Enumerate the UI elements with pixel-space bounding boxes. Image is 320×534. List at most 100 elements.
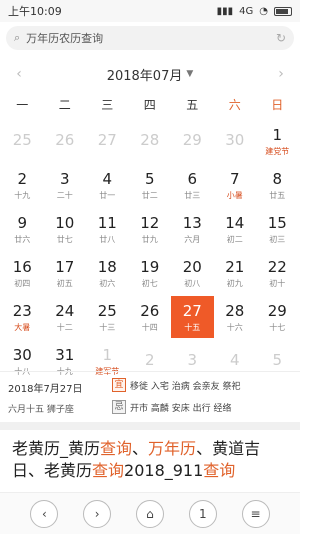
day-number: 5 bbox=[272, 351, 283, 369]
month-selector[interactable]: 2018年07月 ▼ bbox=[107, 65, 194, 84]
calendar-day[interactable]: 7 小暑 bbox=[214, 164, 257, 206]
calendar-week-row: 9 廿六 10 廿七 11 廿八 12 廿九 13 六月 14 初二 15 初三 bbox=[1, 208, 299, 252]
calendar-day[interactable]: 8 廿五 bbox=[256, 164, 299, 206]
home-button[interactable]: ⌂ bbox=[135, 499, 164, 528]
signal-icon: ▮▮▮ bbox=[216, 5, 234, 17]
calendar-day[interactable]: 14 初二 bbox=[214, 208, 257, 250]
day-lunar-label: 十七 bbox=[269, 322, 286, 332]
auspicious-text: 移徙 入宅 治病 会亲友 祭祀 bbox=[130, 381, 241, 392]
calendar-day[interactable]: 26 bbox=[44, 120, 87, 162]
weekday-label: 三 bbox=[101, 98, 114, 112]
calendar-week-row: 16 初四 17 初五 18 初六 19 初七 20 初八 21 初九 22 初十 bbox=[1, 252, 299, 296]
search-query[interactable]: 万年历农历查询 bbox=[26, 30, 276, 46]
calendar-day[interactable]: 25 bbox=[1, 120, 44, 162]
calendar-week-row: 25 26 27 28 29 30 1 建党节 bbox=[1, 120, 299, 164]
result-title-text: 2018_911 bbox=[124, 461, 204, 480]
day-number: 30 bbox=[225, 131, 245, 149]
calendar-day[interactable]: 20 初八 bbox=[171, 252, 214, 294]
tabs-button[interactable]: 1 bbox=[188, 499, 217, 528]
calendar-day[interactable]: 27 bbox=[86, 120, 129, 162]
day-number: 26 bbox=[55, 131, 75, 149]
prev-month-button[interactable]: ‹ bbox=[10, 66, 28, 82]
day-number: 27 bbox=[97, 131, 117, 149]
day-number: 18 bbox=[97, 257, 117, 276]
day-lunar-label: 廿九 bbox=[141, 234, 158, 244]
day-number: 25 bbox=[97, 301, 117, 320]
day-number: 24 bbox=[55, 301, 75, 320]
calendar-day[interactable]: 19 初七 bbox=[129, 252, 172, 294]
calendar-day[interactable]: 16 初四 bbox=[1, 252, 44, 294]
status-bar: 上午10:09 ▮▮▮ 4G ◔ bbox=[0, 0, 300, 22]
result-title-text: 、 bbox=[132, 439, 149, 458]
calendar-day[interactable]: 28 十六 bbox=[214, 296, 257, 338]
next-month-button[interactable]: › bbox=[272, 66, 290, 82]
calendar-day[interactable]: 1 建党节 bbox=[256, 120, 299, 162]
day-number: 8 bbox=[272, 169, 283, 188]
search-result-title[interactable]: 老黄历_黄历查询、万年历、黄道吉日、老黄历查询2018_911查询 bbox=[12, 438, 292, 482]
calendar-day[interactable]: 15 初三 bbox=[256, 208, 299, 250]
day-number: 26 bbox=[140, 301, 160, 320]
status-icons: ▮▮▮ 4G ◔ bbox=[217, 6, 292, 17]
calendar-day[interactable]: 17 初五 bbox=[44, 252, 87, 294]
day-lunar-label: 初六 bbox=[99, 278, 116, 288]
day-number: 15 bbox=[267, 213, 287, 232]
calendar-day[interactable]: 9 廿六 bbox=[1, 208, 44, 250]
calendar-day[interactable]: 12 廿九 bbox=[129, 208, 172, 250]
calendar-day[interactable]: 6 廿三 bbox=[171, 164, 214, 206]
calendar-day[interactable]: 28 bbox=[129, 120, 172, 162]
browser-bottom-bar: ‹ › ⌂ 1 ≡ bbox=[0, 492, 300, 534]
day-lunar-label: 初七 bbox=[141, 278, 158, 288]
day-number: 28 bbox=[140, 131, 160, 149]
day-number: 12 bbox=[140, 213, 160, 232]
calendar-day[interactable]: 11 廿八 bbox=[86, 208, 129, 250]
day-number: 7 bbox=[229, 169, 240, 188]
calendar-day[interactable]: 25 十三 bbox=[86, 296, 129, 338]
day-lunar-label: 廿八 bbox=[99, 234, 116, 244]
calendar-day[interactable]: 23 大暑 bbox=[1, 296, 44, 338]
day-number: 1 bbox=[102, 345, 113, 364]
calendar-day[interactable]: 29 bbox=[171, 120, 214, 162]
menu-button[interactable]: ≡ bbox=[241, 499, 270, 528]
day-number: 30 bbox=[12, 345, 32, 364]
back-button[interactable]: ‹ bbox=[30, 499, 59, 528]
network-label: 4G bbox=[239, 5, 254, 17]
search-icon: ⌕ bbox=[14, 31, 21, 44]
day-lunar-label: 十二 bbox=[56, 322, 73, 332]
day-number: 23 bbox=[12, 301, 32, 320]
day-lunar-label: 小暑 bbox=[226, 190, 243, 200]
day-lunar-label: 廿一 bbox=[99, 190, 116, 200]
search-bar[interactable]: ⌕ 万年历农历查询 ↻ bbox=[6, 26, 294, 50]
calendar-day[interactable]: 29 十七 bbox=[256, 296, 299, 338]
day-lunar-label: 初二 bbox=[226, 234, 243, 244]
calendar-day[interactable]: 10 廿七 bbox=[44, 208, 87, 250]
day-number: 27 bbox=[182, 301, 202, 320]
calendar-day[interactable]: 18 初六 bbox=[86, 252, 129, 294]
result-title-text: 老黄历_黄历 bbox=[12, 439, 101, 458]
forward-button[interactable]: › bbox=[83, 499, 112, 528]
month-label: 2018年07月 bbox=[106, 68, 183, 84]
calendar-day[interactable]: 26 十四 bbox=[129, 296, 172, 338]
calendar-day[interactable]: 30 bbox=[214, 120, 257, 162]
day-lunar-label: 六月 bbox=[184, 234, 201, 244]
day-number: 29 bbox=[267, 301, 287, 320]
calendar-day[interactable]: 2 十九 bbox=[1, 164, 44, 206]
wifi-icon: ◔ bbox=[259, 5, 268, 17]
calendar-day[interactable]: 21 初九 bbox=[214, 252, 257, 294]
section-divider bbox=[0, 422, 300, 430]
selected-lunar-date: 六月十五 狮子座 bbox=[8, 405, 74, 415]
calendar-day[interactable]: 13 六月 bbox=[171, 208, 214, 250]
day-number: 2 bbox=[144, 351, 155, 369]
refresh-icon[interactable]: ↻ bbox=[276, 31, 286, 45]
day-lunar-label: 初五 bbox=[56, 278, 73, 288]
calendar-day[interactable]: 4 廿一 bbox=[86, 164, 129, 206]
day-number: 1 bbox=[272, 125, 283, 144]
day-lunar-label: 廿六 bbox=[14, 234, 31, 244]
calendar-day[interactable]: 24 十二 bbox=[44, 296, 87, 338]
weekday-label: 一 bbox=[16, 98, 29, 112]
calendar-day[interactable]: 22 初十 bbox=[256, 252, 299, 294]
calendar-day-selected[interactable]: 27 十五 bbox=[171, 296, 214, 338]
weekday-label: 四 bbox=[143, 98, 156, 112]
day-number: 4 bbox=[102, 169, 113, 188]
calendar-day[interactable]: 5 廿二 bbox=[129, 164, 172, 206]
calendar-day[interactable]: 3 二十 bbox=[44, 164, 87, 206]
